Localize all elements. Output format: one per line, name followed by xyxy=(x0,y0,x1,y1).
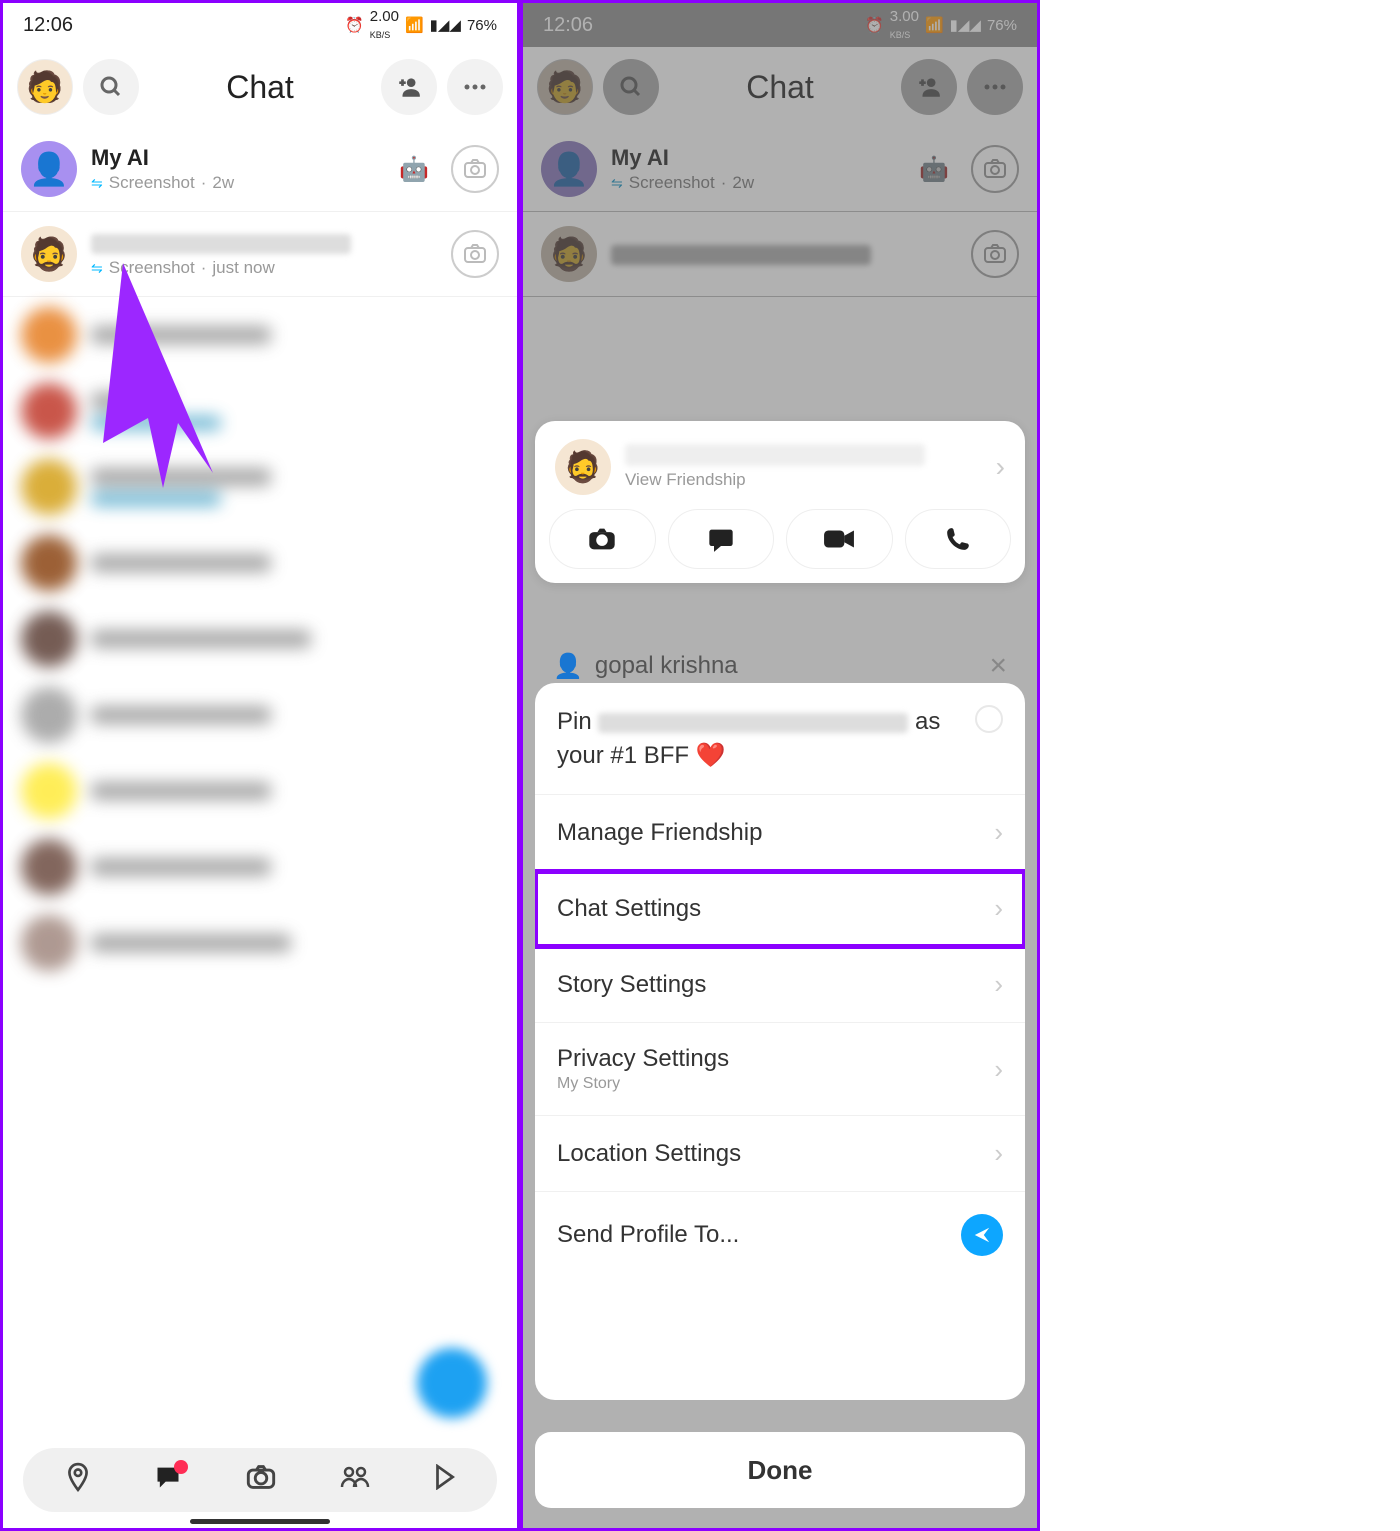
chat-name: My AI xyxy=(91,145,385,171)
more-button[interactable] xyxy=(447,59,503,115)
privacy-settings-option[interactable]: Privacy SettingsMy Story › xyxy=(535,1023,1025,1116)
blurred-row xyxy=(3,297,517,373)
chat-status: ⇋ Screenshot · just now xyxy=(91,258,437,278)
notification-badge xyxy=(174,1460,188,1474)
phone-right: 12:06 ⏰ 3.00KB/S 📶 ▮◢◢ 76% 🧑 Chat 👤 My A… xyxy=(520,0,1040,1531)
chevron-right-icon: › xyxy=(994,817,1003,848)
chat-info: My AI ⇋ Screenshot · 2w xyxy=(91,145,385,193)
bottom-nav xyxy=(23,1448,497,1512)
page-title: Chat xyxy=(149,69,371,106)
profile-avatar[interactable]: 🧑 xyxy=(17,59,73,115)
chat-icon xyxy=(707,526,735,552)
blurred-row xyxy=(3,601,517,677)
action-row xyxy=(549,509,1011,569)
blurred-row xyxy=(3,905,517,981)
blurred-row xyxy=(3,829,517,905)
chat-settings-option[interactable]: Chat Settings› xyxy=(535,871,1025,947)
signal-icon: ▮◢◢ xyxy=(430,16,461,34)
search-icon xyxy=(99,75,123,99)
chat-info: ⇋ Screenshot · just now xyxy=(91,230,437,278)
phone-left: 12:06 ⏰ 2.00KB/S 📶 ▮◢◢ 76% 🧑 Chat 👤 My A… xyxy=(0,0,520,1531)
phone-icon xyxy=(945,526,971,552)
wifi-icon: 📶 xyxy=(405,16,424,34)
camera-icon xyxy=(587,526,617,552)
peek-name: gopal krishna xyxy=(595,652,738,680)
location-settings-option[interactable]: Location Settings› xyxy=(535,1116,1025,1192)
chat-row-friend[interactable]: 🧔 ⇋ Screenshot · just now xyxy=(3,212,517,297)
chat-name-blurred xyxy=(91,230,437,256)
radio-unchecked[interactable] xyxy=(975,705,1003,733)
nav-spotlight[interactable] xyxy=(433,1464,455,1497)
battery-text: 76% xyxy=(467,17,497,34)
close-icon: × xyxy=(989,649,1007,683)
camera-button[interactable] xyxy=(451,145,499,193)
friend-card: 🧔 View Friendship › xyxy=(535,421,1025,583)
options-sheet: Pin as your #1 BFF ❤️ Manage Friendship›… xyxy=(535,683,1025,1400)
blurred-row xyxy=(3,753,517,829)
nav-chat[interactable] xyxy=(154,1464,182,1497)
screenshot-icon: ⇋ xyxy=(91,175,103,192)
chevron-right-icon: › xyxy=(994,969,1003,1000)
status-time: 12:06 xyxy=(23,14,73,37)
chevron-right-icon: › xyxy=(994,1054,1003,1085)
status-bar: 12:06 ⏰ 2.00KB/S 📶 ▮◢◢ 76% xyxy=(3,3,517,47)
chat-row-myai[interactable]: 👤 My AI ⇋ Screenshot · 2w 🤖 xyxy=(3,127,517,212)
blurred-row xyxy=(3,373,517,449)
chevron-right-icon: › xyxy=(994,1138,1003,1169)
chat-status: ⇋ Screenshot · 2w xyxy=(91,173,385,193)
add-friend-button[interactable] xyxy=(381,59,437,115)
camera-icon xyxy=(463,159,487,179)
more-icon xyxy=(463,84,487,90)
chevron-right-icon: › xyxy=(994,893,1003,924)
audio-call-button[interactable] xyxy=(905,509,1012,569)
view-friendship-label: View Friendship xyxy=(625,470,982,490)
camera-icon xyxy=(463,244,487,264)
story-settings-option[interactable]: Story Settings› xyxy=(535,947,1025,1023)
blurred-row xyxy=(3,449,517,525)
screenshot-icon: ⇋ xyxy=(91,260,103,277)
alarm-icon: ⏰ xyxy=(345,16,364,34)
status-right: ⏰ 2.00KB/S 📶 ▮◢◢ 76% xyxy=(345,8,497,42)
chevron-right-icon: › xyxy=(996,451,1005,483)
pin-bff-option[interactable]: Pin as your #1 BFF ❤️ xyxy=(535,683,1025,795)
snap-button[interactable] xyxy=(549,509,656,569)
done-button[interactable]: Done xyxy=(535,1432,1025,1508)
nav-stories[interactable] xyxy=(340,1465,370,1496)
floating-action-button[interactable] xyxy=(417,1348,487,1418)
robot-emoji: 🤖 xyxy=(399,155,429,184)
video-call-button[interactable] xyxy=(786,509,893,569)
chat-avatar: 👤 xyxy=(21,141,77,197)
nav-map[interactable] xyxy=(65,1462,91,1499)
friend-avatar: 🧔 xyxy=(555,439,611,495)
send-icon xyxy=(961,1214,1003,1256)
manage-friendship-option[interactable]: Manage Friendship› xyxy=(535,795,1025,871)
camera-button[interactable] xyxy=(451,230,499,278)
chat-button[interactable] xyxy=(668,509,775,569)
friend-name-blurred xyxy=(625,444,925,466)
chat-header: 🧑 Chat xyxy=(3,47,517,127)
nav-camera[interactable] xyxy=(246,1464,276,1497)
blurred-row xyxy=(3,677,517,753)
friend-profile-row[interactable]: 🧔 View Friendship › xyxy=(549,435,1011,509)
blurred-row xyxy=(3,525,517,601)
video-icon xyxy=(823,528,855,550)
home-indicator xyxy=(190,1519,330,1524)
send-profile-option[interactable]: Send Profile To... xyxy=(535,1192,1025,1278)
chat-avatar: 🧔 xyxy=(21,226,77,282)
search-button[interactable] xyxy=(83,59,139,115)
add-friend-icon xyxy=(396,74,422,100)
net-speed: 2.00KB/S xyxy=(370,8,399,42)
